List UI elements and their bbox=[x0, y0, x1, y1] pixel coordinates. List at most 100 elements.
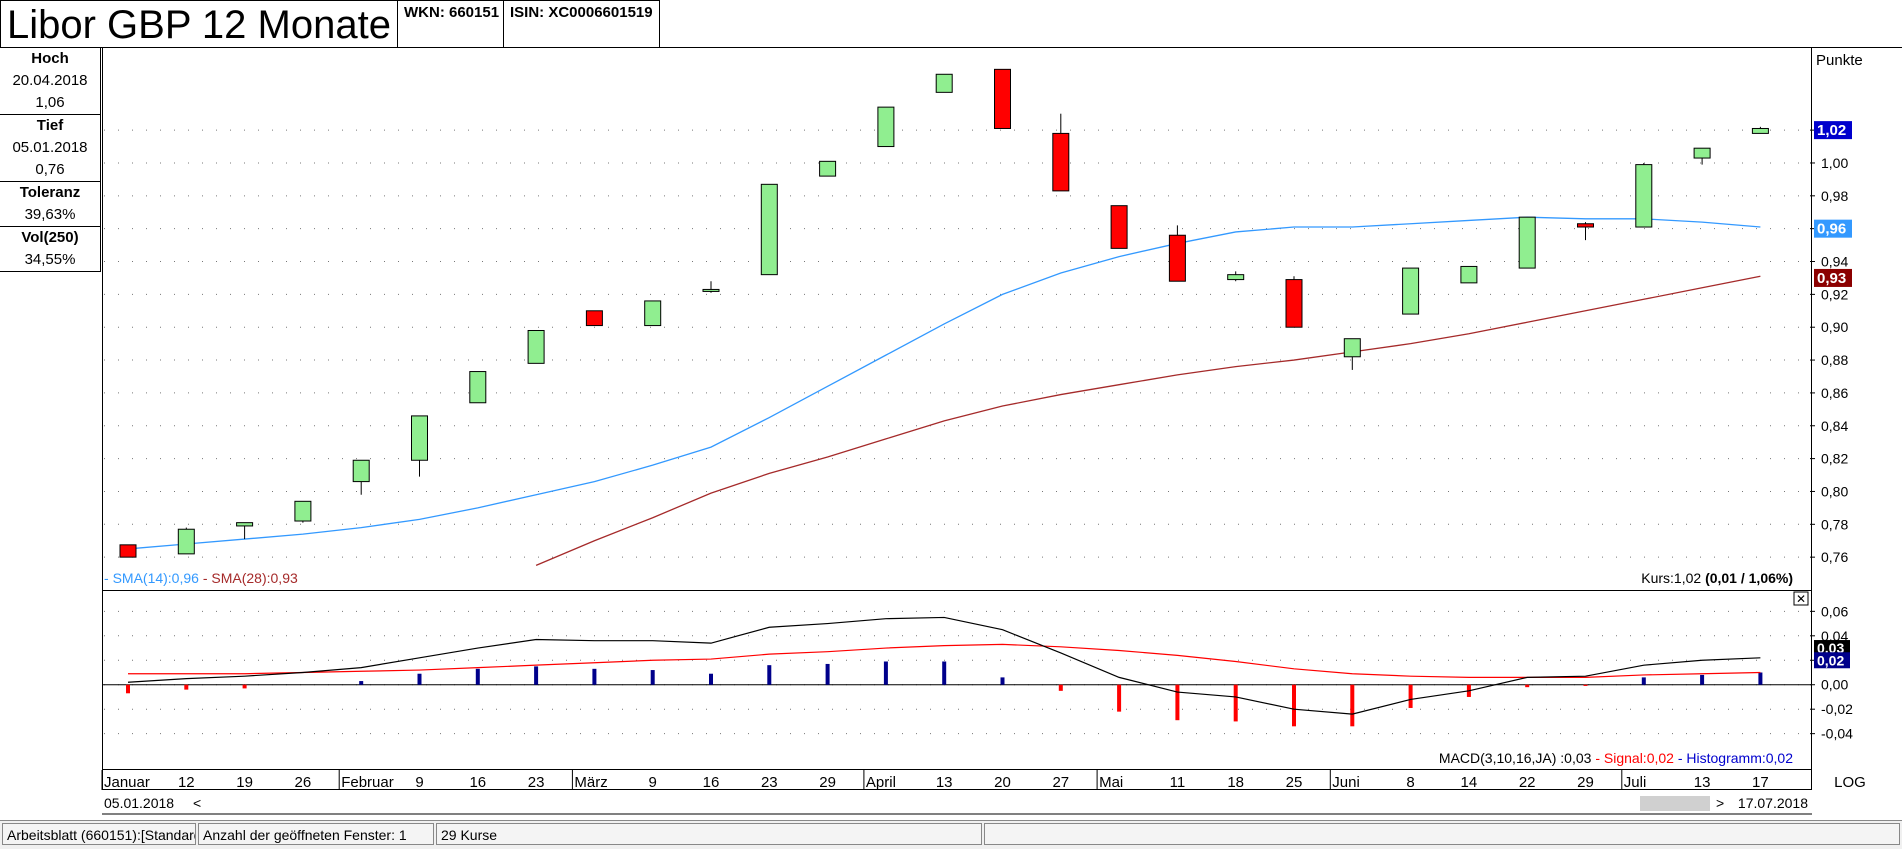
histogram-bar bbox=[359, 681, 364, 685]
candle-body bbox=[1635, 164, 1653, 228]
histogram-bar bbox=[1350, 684, 1355, 727]
x-tick-label: 13 bbox=[1694, 774, 1711, 791]
candle-body bbox=[877, 106, 895, 148]
candle-body bbox=[644, 300, 662, 327]
macd-grid bbox=[104, 610, 1808, 735]
macd-tick-label: 0,06 bbox=[1821, 603, 1848, 619]
x-month-label: Juni bbox=[1332, 774, 1360, 791]
histogram-bar bbox=[1233, 684, 1238, 722]
histogram-bar bbox=[825, 663, 830, 685]
candle-body bbox=[1460, 265, 1478, 284]
sma-legend: - SMA(14):0,96 - SMA(28):0,93 bbox=[104, 570, 298, 586]
x-tick-label: 9 bbox=[415, 774, 423, 791]
sma14-legend: SMA(14):0,96 bbox=[113, 570, 200, 586]
x-month-label: Februar bbox=[341, 774, 394, 791]
x-tick-label: 16 bbox=[703, 774, 720, 791]
candle-body bbox=[1110, 205, 1128, 249]
x-tick-label: 16 bbox=[469, 774, 486, 791]
histogram-bar bbox=[1700, 674, 1705, 685]
start-date: 05.01.2018 bbox=[104, 795, 174, 811]
status-empty bbox=[984, 823, 1900, 845]
x-tick-label: 23 bbox=[761, 774, 778, 791]
histogram-bar bbox=[1117, 684, 1122, 712]
candle-body bbox=[994, 68, 1011, 129]
candle-body bbox=[294, 500, 312, 522]
histogram-bar bbox=[767, 665, 772, 685]
y-unit-label: Punkte bbox=[1816, 52, 1863, 69]
sma28-legend: SMA(28):0,93 bbox=[211, 570, 298, 586]
histogram-bar bbox=[1058, 684, 1063, 691]
kurs-change: (0,01 / 1,06%) bbox=[1705, 570, 1793, 586]
end-date: 17.07.2018 bbox=[1738, 795, 1808, 811]
candle-body bbox=[236, 522, 254, 527]
x-tick-label: 25 bbox=[1286, 774, 1303, 791]
log-toggle[interactable]: LOG bbox=[1834, 774, 1866, 791]
x-tick-label: 12 bbox=[178, 774, 195, 791]
candle-body bbox=[527, 329, 545, 364]
x-axis: Januar 12 19 26 Februar 9 16 23 März 9 16 23 29 April… bbox=[101, 770, 1769, 791]
scroll-left-icon[interactable]: < bbox=[193, 795, 201, 811]
candlesticks[interactable] bbox=[119, 68, 1769, 558]
candle-body bbox=[1168, 234, 1186, 282]
candle-body bbox=[352, 459, 370, 483]
histogram-bar bbox=[126, 684, 130, 694]
sma28-line bbox=[535, 275, 1761, 566]
price-tick-label: 0,80 bbox=[1821, 483, 1848, 499]
candle-body bbox=[585, 310, 603, 327]
scroll-right-icon[interactable]: > bbox=[1716, 795, 1724, 811]
histogram-bar bbox=[242, 684, 247, 689]
x-tick-label: 22 bbox=[1519, 774, 1536, 791]
histogram-bar bbox=[417, 673, 422, 685]
status-sheet[interactable]: Arbeitsblatt (660151):[Standard] bbox=[2, 823, 196, 845]
histogram-bar bbox=[184, 684, 189, 690]
macd-legend-signal: Signal:0,02 bbox=[1604, 750, 1674, 766]
close-icon[interactable]: ✕ bbox=[1796, 592, 1806, 606]
x-month-label: März bbox=[574, 774, 607, 791]
price-tick-label: 0,76 bbox=[1821, 549, 1848, 565]
x-month-label: Juli bbox=[1624, 774, 1647, 791]
histogram-bar bbox=[1583, 684, 1588, 686]
histogram-bar bbox=[1525, 684, 1530, 688]
candle-body bbox=[1751, 127, 1769, 134]
candle-body bbox=[1577, 223, 1594, 228]
histogram-bar bbox=[592, 668, 597, 685]
candle-body bbox=[1518, 216, 1536, 269]
x-tick-label: 14 bbox=[1461, 774, 1478, 791]
price-tick-label: 0,88 bbox=[1821, 352, 1848, 368]
candle-body bbox=[177, 528, 195, 555]
sma-lines bbox=[127, 216, 1761, 566]
x-tick-label: 8 bbox=[1406, 774, 1414, 791]
histogram-bar bbox=[534, 666, 539, 685]
histogram-bar bbox=[1000, 677, 1005, 685]
price-y-axis: 0,76 0,78 0,80 0,82 0,84 0,86 0,88 0,90 0,92 0,94… bbox=[1810, 122, 1848, 565]
status-bar: Arbeitsblatt (660151):[Standard] Anzahl … bbox=[0, 820, 1902, 849]
price-tick-label: 0,84 bbox=[1821, 418, 1848, 434]
price-grid bbox=[104, 129, 1808, 558]
price-tick-label: 1,00 bbox=[1821, 155, 1848, 171]
x-tick-label: 17 bbox=[1752, 774, 1769, 791]
macd-tick-label: -0,02 bbox=[1821, 701, 1853, 717]
x-tick-label: 19 bbox=[236, 774, 253, 791]
macd-legend-histogram: Histogramm:0,02 bbox=[1686, 750, 1793, 766]
candle-body bbox=[935, 73, 953, 93]
scroll-thumb[interactable] bbox=[1640, 796, 1710, 811]
candle-body bbox=[1402, 267, 1420, 315]
candle-body bbox=[760, 183, 778, 276]
candle-body bbox=[411, 415, 428, 461]
x-month-label: Januar bbox=[104, 774, 150, 791]
macd-tags: 0,030,02 bbox=[1814, 640, 1850, 669]
histogram-bar bbox=[1408, 684, 1413, 708]
sma14-line bbox=[127, 216, 1761, 550]
price-tick-label: 0,90 bbox=[1821, 319, 1848, 335]
status-windows: Anzahl der geöffneten Fenster: 1 bbox=[198, 823, 434, 845]
chart-svg: 0,76 0,78 0,80 0,82 0,84 0,86 0,88 0,90 0,92 0,94… bbox=[101, 52, 1866, 815]
x-tick-label: 29 bbox=[819, 774, 836, 791]
signal-value-tag: 0,02 bbox=[1817, 652, 1844, 668]
x-tick-label: 13 bbox=[936, 774, 953, 791]
macd-legend-macd: MACD(3,10,16,JA) :0,03 bbox=[1439, 750, 1592, 766]
sma28-price-tag: 0,93 bbox=[1817, 270, 1846, 287]
histogram-bar bbox=[709, 673, 713, 685]
price-tick-label: 0,92 bbox=[1821, 286, 1848, 302]
price-tick-label: 0,94 bbox=[1821, 254, 1848, 270]
macd-tick-label: 0,00 bbox=[1821, 677, 1848, 693]
